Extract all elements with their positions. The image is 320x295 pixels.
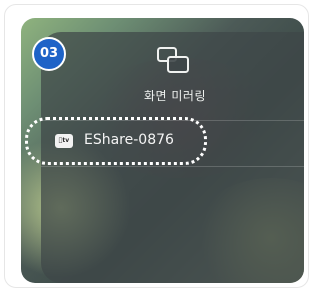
step-number-badge: 03 <box>32 37 66 71</box>
screen-mirroring-icon <box>157 47 189 73</box>
panel-title: 화면 미러링 <box>143 89 206 103</box>
highlight-outline <box>25 117 207 165</box>
divider <box>41 166 304 167</box>
